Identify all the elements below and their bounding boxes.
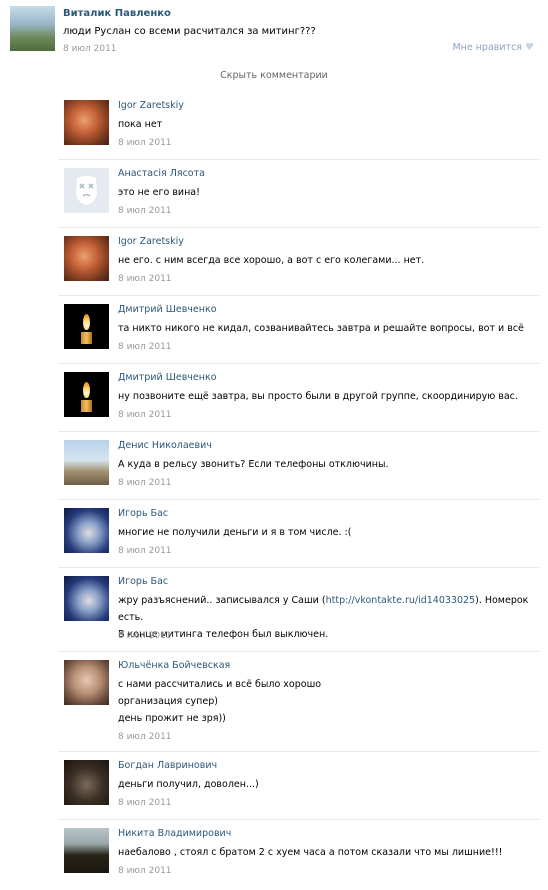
- comment-author-link[interactable]: Дмитрий Шевченко: [118, 372, 217, 383]
- comment-item: Юльчёнка Бойчевская с нами рассчитались …: [58, 652, 540, 752]
- commenter-avatar[interactable]: [64, 304, 109, 349]
- hide-comments-link[interactable]: Скрыть комментарии: [0, 70, 548, 81]
- comment-date[interactable]: 8 июл 2011: [118, 410, 172, 420]
- commenter-avatar[interactable]: [64, 660, 109, 705]
- comment-text: наебалово , стоял с братом 2 с хуем часа…: [118, 847, 503, 858]
- heart-icon: ♥: [525, 42, 534, 53]
- comment-text: с нами рассчитались и всё было хорошо ор…: [118, 679, 322, 724]
- comment-date[interactable]: 8 июл 2011: [118, 631, 172, 641]
- comment-item: Игорь Бас многие не получили деньги и я …: [58, 500, 540, 568]
- comment-author-link[interactable]: Никита Владимирович: [118, 828, 231, 839]
- comment-item: Игорь Бас жру разъяснений.. записывался …: [58, 568, 540, 652]
- commenter-avatar[interactable]: [64, 576, 109, 621]
- candle-flame-icon: [83, 382, 90, 398]
- comment-author-link[interactable]: Igor Zaretskiy: [118, 236, 184, 247]
- comment-text-before: жру разъяснений.. записывался у Саши (: [118, 595, 326, 606]
- comment-date[interactable]: 8 июл 2011: [118, 342, 172, 352]
- comment-author-link[interactable]: Юльчёнка Бойчевская: [118, 660, 230, 671]
- commenter-avatar[interactable]: [64, 760, 109, 805]
- commenter-avatar[interactable]: [64, 100, 109, 145]
- comment-text: не его. с ним всегда все хорошо, а вот с…: [118, 255, 425, 266]
- comment-date[interactable]: 8 июл 2011: [118, 546, 172, 556]
- comment-author-link[interactable]: Игорь Бас: [118, 576, 168, 587]
- commenter-avatar[interactable]: [64, 440, 109, 485]
- post-date[interactable]: 8 июл 2011: [63, 44, 117, 54]
- commenter-avatar[interactable]: [64, 508, 109, 553]
- comment-item: Igor Zaretskiy не его. с ним всегда все …: [58, 228, 540, 296]
- comment-item: Дмитрий Шевченко та никто никого не кида…: [58, 296, 540, 364]
- candle-icon: [81, 400, 92, 412]
- post-author-link[interactable]: Виталик Павленко: [63, 8, 171, 19]
- comment-date[interactable]: 8 июл 2011: [118, 478, 172, 488]
- comment-text: деньги получил, доволен...): [118, 779, 259, 790]
- like-button[interactable]: Мне нравится ♥: [452, 42, 534, 53]
- comment-author-link[interactable]: Богдан Лавринович: [118, 760, 217, 771]
- comment-date[interactable]: 8 июл 2011: [118, 274, 172, 284]
- profile-link[interactable]: http://vkontakte.ru/id14033025: [326, 595, 476, 606]
- comment-item: Богдан Лавринович деньги получил, доволе…: [58, 752, 540, 820]
- comment-text: жру разъяснений.. записывался у Саши (ht…: [118, 592, 536, 643]
- comment-item: Денис Николаевич А куда в рельсу звонить…: [58, 432, 540, 500]
- comment-date[interactable]: 8 июл 2011: [118, 138, 172, 148]
- commenter-avatar[interactable]: [64, 168, 109, 213]
- commenter-avatar[interactable]: [64, 372, 109, 417]
- comment-item: Igor Zaretskiy пока нет 8 июл 2011: [58, 92, 540, 160]
- comment-author-link[interactable]: Дмитрий Шевченко: [118, 304, 217, 315]
- candle-icon: [81, 332, 92, 344]
- comment-text: многие не получили деньги и я в том числ…: [118, 527, 352, 538]
- comment-author-link[interactable]: Игорь Бас: [118, 508, 168, 519]
- candle-flame-icon: [83, 314, 90, 330]
- comment-text: ну позвоните ещё завтра, вы просто были …: [118, 391, 518, 402]
- comment-author-link[interactable]: Анастасія Лясота: [118, 168, 205, 179]
- comment-text: это не его вина!: [118, 187, 200, 198]
- like-label: Мне нравится: [452, 42, 523, 53]
- comment-item: Дмитрий Шевченко ну позвоните ещё завтра…: [58, 364, 540, 432]
- deleted-user-icon: [76, 176, 97, 205]
- comment-author-link[interactable]: Igor Zaretskiy: [118, 100, 184, 111]
- comment-date[interactable]: 8 июл 2011: [118, 866, 172, 876]
- comment-date[interactable]: 8 июл 2011: [118, 732, 172, 742]
- comment-author-link[interactable]: Денис Николаевич: [118, 440, 212, 451]
- comment-date[interactable]: 8 июл 2011: [118, 206, 172, 216]
- comment-text: А куда в рельсу звонить? Если телефоны о…: [118, 459, 389, 470]
- commenter-avatar[interactable]: [64, 236, 109, 281]
- comments-list: Igor Zaretskiy пока нет 8 июл 2011 Анаст…: [58, 92, 540, 890]
- comment-date[interactable]: 8 июл 2011: [118, 798, 172, 808]
- post-text: люди Руслан со всеми расчитался за митин…: [63, 26, 316, 37]
- comment-text: пока нет: [118, 119, 163, 130]
- commenter-avatar[interactable]: [64, 828, 109, 873]
- comment-text: та никто никого не кидал, созванивайтесь…: [118, 323, 524, 334]
- comment-item: Анастасія Лясота это не его вина! 8 июл …: [58, 160, 540, 228]
- post-author-avatar[interactable]: [10, 6, 55, 51]
- wall-post: Виталик Павленко люди Руслан со всеми ра…: [10, 6, 540, 56]
